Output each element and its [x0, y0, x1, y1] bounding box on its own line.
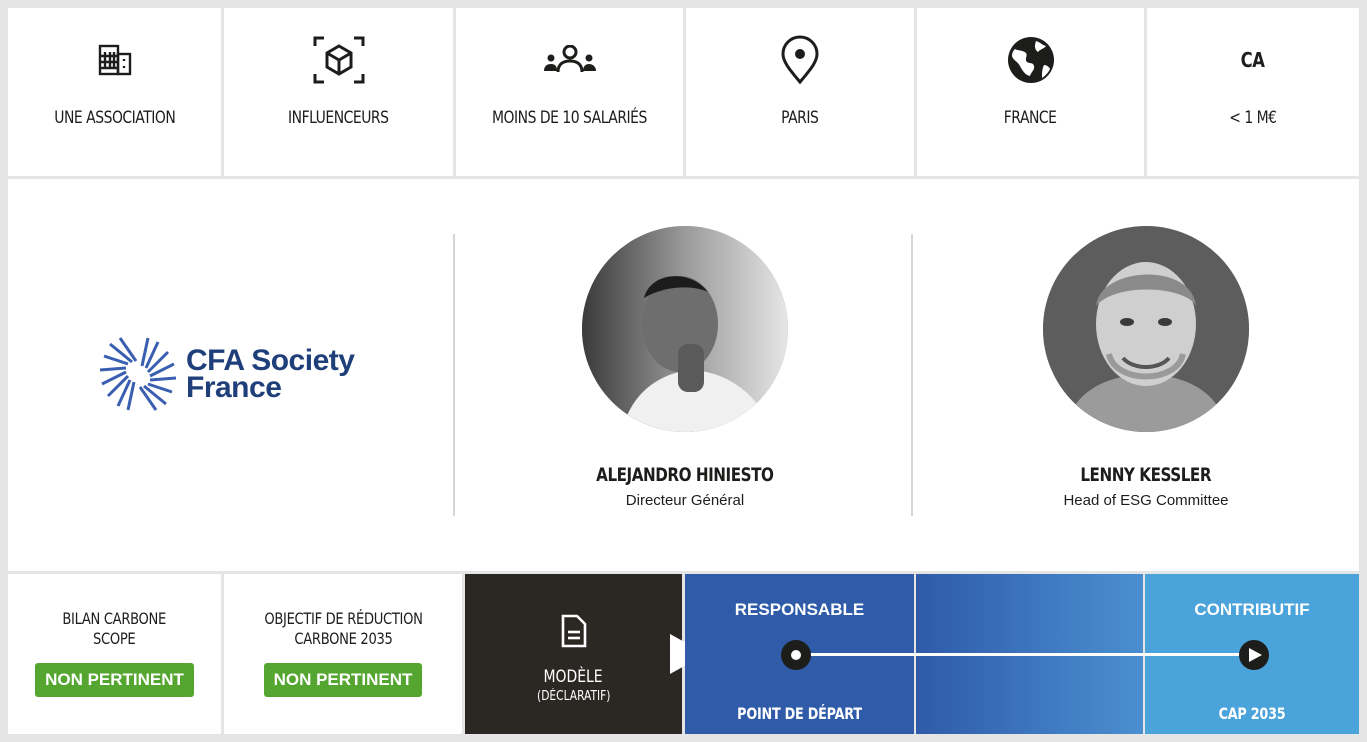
end-node — [1239, 640, 1269, 670]
info-label: PARIS — [781, 108, 819, 128]
status-badge: NON PERTINENT — [263, 663, 423, 697]
status-badge: NON PERTINENT — [35, 663, 194, 697]
trajectory-track: RESPONSABLE POINT DE DÉPART CONTRIBUTIF … — [685, 574, 1359, 734]
avatar — [582, 226, 788, 432]
cube-scan-icon — [309, 30, 369, 90]
info-label: FRANCE — [1004, 108, 1057, 128]
person-name: LENNY KESSLER — [1080, 464, 1212, 486]
model-panel: MODÈLE (DÉCLARATIF) — [465, 574, 682, 734]
metric-bilan-carbone: BILAN CARBONE SCOPE NON PERTINENT — [8, 574, 221, 734]
info-label: INFLUENCEURS — [288, 108, 389, 128]
metric-title-line: OBJECTIF DE RÉDUCTION — [263, 609, 423, 628]
organization-panel: CFA Society France ALEJANDRO HINIESTO Di… — [8, 179, 1359, 571]
play-icon — [1249, 648, 1262, 662]
map-pin-icon — [770, 30, 830, 90]
divider — [453, 234, 455, 516]
info-cell-sector: INFLUENCEURS — [224, 8, 453, 176]
start-title: RESPONSABLE — [734, 600, 865, 619]
person-card: ALEJANDRO HINIESTO Directeur Général — [520, 226, 850, 509]
metric-title-line: SCOPE — [93, 629, 136, 648]
model-sublabel: (DÉCLARATIF) — [536, 689, 611, 704]
globe-icon — [1001, 30, 1061, 90]
metric-title-line: CARBONE 2035 — [293, 629, 393, 648]
person-role: Head of ESG Committee — [1063, 492, 1229, 509]
avatar — [1043, 226, 1249, 432]
cfa-star-logo-icon — [99, 337, 177, 411]
progress-line — [797, 653, 1254, 656]
end-footer: CAP 2035 — [1218, 704, 1286, 723]
info-cell-city: PARIS — [686, 8, 914, 176]
revenue-value: < 1 M€ — [1229, 108, 1277, 128]
start-node — [781, 640, 811, 670]
divider — [911, 234, 913, 516]
info-cell-size: MOINS DE 10 SALARIÉS — [456, 8, 683, 176]
info-label: UNE ASSOCIATION — [53, 108, 176, 128]
company-info-bar: UNE ASSOCIATION INFLUENCEURS MOINS DE 10… — [8, 8, 1359, 176]
metric-objectif-reduction: OBJECTIF DE RÉDUCTION CARBONE 2035 NON P… — [224, 574, 462, 734]
person-name: ALEJANDRO HINIESTO — [596, 464, 774, 486]
info-cell-country: FRANCE — [917, 8, 1144, 176]
revenue-title: CA — [1241, 48, 1265, 72]
start-footer: POINT DE DÉPART — [737, 704, 862, 723]
people-group-icon — [540, 30, 600, 90]
info-label: MOINS DE 10 SALARIÉS — [492, 108, 647, 128]
metric-title-line: BILAN CARBONE — [62, 609, 167, 628]
person-role: Directeur Général — [625, 492, 745, 509]
document-icon — [561, 614, 587, 653]
metric-title: OBJECTIF DE RÉDUCTION CARBONE 2035 — [263, 609, 423, 649]
metric-title: BILAN CARBONE SCOPE — [63, 609, 167, 649]
info-cell-revenue: CA < 1 M€ — [1147, 8, 1359, 176]
logo-line-1: CFA Society — [186, 344, 355, 377]
end-title: CONTRIBUTIF — [1194, 600, 1310, 619]
organization-name: CFA Society France — [186, 344, 355, 404]
info-cell-type: UNE ASSOCIATION — [8, 8, 221, 176]
carbon-metrics-bar: BILAN CARBONE SCOPE NON PERTINENT OBJECT… — [8, 574, 1359, 734]
logo-line-2: France — [186, 371, 282, 404]
model-label: MODÈLE — [543, 667, 604, 687]
building-icon — [85, 30, 145, 90]
organization-logo: CFA Society France — [98, 334, 355, 414]
person-card: LENNY KESSLER Head of ESG Committee — [981, 226, 1311, 509]
